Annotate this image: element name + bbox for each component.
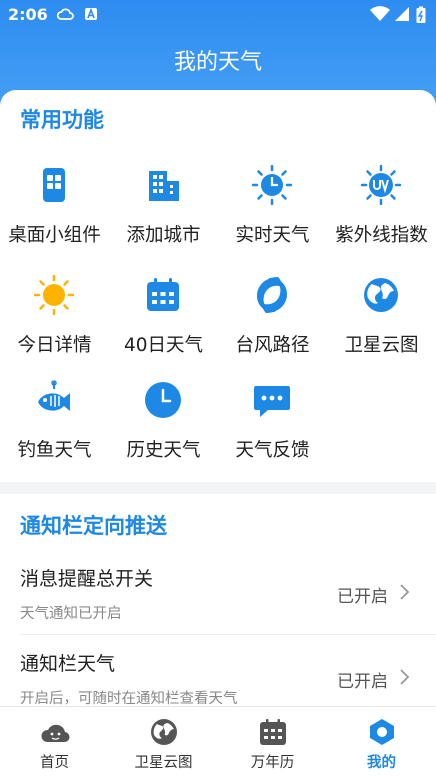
section-title: 通知栏定向推送	[20, 514, 167, 538]
wifi-icon	[370, 6, 390, 21]
tab-label: 卫星云图	[134, 755, 193, 771]
widget-icon	[43, 168, 65, 202]
calendar-icon	[147, 278, 179, 311]
tile-weather-feedback[interactable]: 天气反馈	[218, 380, 327, 480]
tile-label: 卫星云图	[344, 335, 419, 356]
tile-label: 历史天气	[126, 440, 201, 461]
tab-calendar[interactable]: 万年历	[218, 707, 327, 776]
tab-home[interactable]: 首页	[0, 707, 109, 776]
notification-card: 通知栏定向推送 消息提醒总开关 天气通知已开启 已开启 通知栏天气 开启后，可随…	[0, 494, 436, 707]
row-subtitle: 天气通知已开启	[20, 606, 122, 622]
status-time: 2:06	[8, 5, 48, 24]
tile-label: 40日天气	[123, 335, 204, 356]
sun-clock-icon	[252, 165, 292, 205]
uv-icon	[361, 165, 401, 205]
typhoon-icon	[257, 277, 287, 313]
divider	[20, 634, 436, 635]
tile-label: 今日详情	[17, 335, 92, 356]
bottom-tab-bar: 首页 卫星云图 万年历 我的	[0, 706, 436, 776]
row-status: 已开启	[337, 672, 388, 692]
tile-label: 添加城市	[126, 225, 201, 246]
tab-label: 首页	[40, 755, 69, 771]
building-icon	[149, 171, 179, 201]
globe-icon	[151, 719, 177, 745]
cloud-status-icon	[56, 8, 74, 20]
tile-label: 天气反馈	[235, 440, 310, 461]
tile-label: 钓鱼天气	[17, 440, 92, 461]
row-title: 通知栏天气	[20, 653, 116, 675]
page-title: 我的天气	[173, 50, 262, 75]
battery-icon	[416, 6, 426, 23]
tile-satellite-cloud[interactable]: 卫星云图	[327, 275, 436, 375]
tile-today-details[interactable]: 今日详情	[0, 275, 109, 375]
tab-satellite[interactable]: 卫星云图	[109, 707, 218, 776]
tile-40day-weather[interactable]: 40日天气	[109, 275, 218, 375]
tile-realtime-weather[interactable]: 实时天气	[218, 165, 327, 265]
cloud-face-icon	[41, 724, 70, 743]
feedback-icon	[254, 386, 290, 417]
tile-add-city[interactable]: 添加城市	[109, 165, 218, 265]
chevron-right-icon	[400, 669, 410, 685]
sun-icon	[34, 275, 74, 315]
row-title: 消息提醒总开关	[20, 568, 154, 590]
tile-label: 紫外线指数	[335, 225, 428, 246]
row-subtitle: 开启后，可随时在通知栏查看天气	[20, 691, 238, 707]
section-title: 常用功能	[20, 108, 104, 132]
row-status: 已开启	[337, 587, 388, 607]
tile-label: 实时天气	[235, 225, 310, 246]
hexagon-icon	[370, 719, 394, 745]
signal-icon	[395, 7, 409, 21]
row-message-master-switch[interactable]: 消息提醒总开关 天气通知已开启 已开启	[0, 552, 436, 636]
tab-label: 万年历	[250, 755, 295, 771]
a-status-icon	[85, 7, 97, 20]
status-bar: 2:06	[0, 0, 436, 30]
fish-icon	[38, 380, 70, 411]
common-functions-card: 常用功能 桌面小组件 添加城市 实时天气 紫外线指数 今日详情 40日天气 台风…	[0, 90, 436, 482]
tile-fishing-weather[interactable]: 钓鱼天气	[0, 380, 109, 480]
chevron-right-icon	[400, 584, 410, 600]
tab-mine[interactable]: 我的	[327, 707, 436, 776]
tile-label: 桌面小组件	[8, 225, 101, 246]
calendar-icon	[260, 719, 286, 745]
clock-icon	[145, 382, 181, 418]
tile-uv-index[interactable]: 紫外线指数	[327, 165, 436, 265]
tile-history-weather[interactable]: 历史天气	[109, 380, 218, 480]
tile-desktop-widget[interactable]: 桌面小组件	[0, 165, 109, 265]
tile-label: 台风路径	[235, 335, 310, 356]
tile-typhoon-path[interactable]: 台风路径	[218, 275, 327, 375]
globe-icon	[364, 278, 398, 312]
tab-label: 我的	[367, 755, 396, 771]
